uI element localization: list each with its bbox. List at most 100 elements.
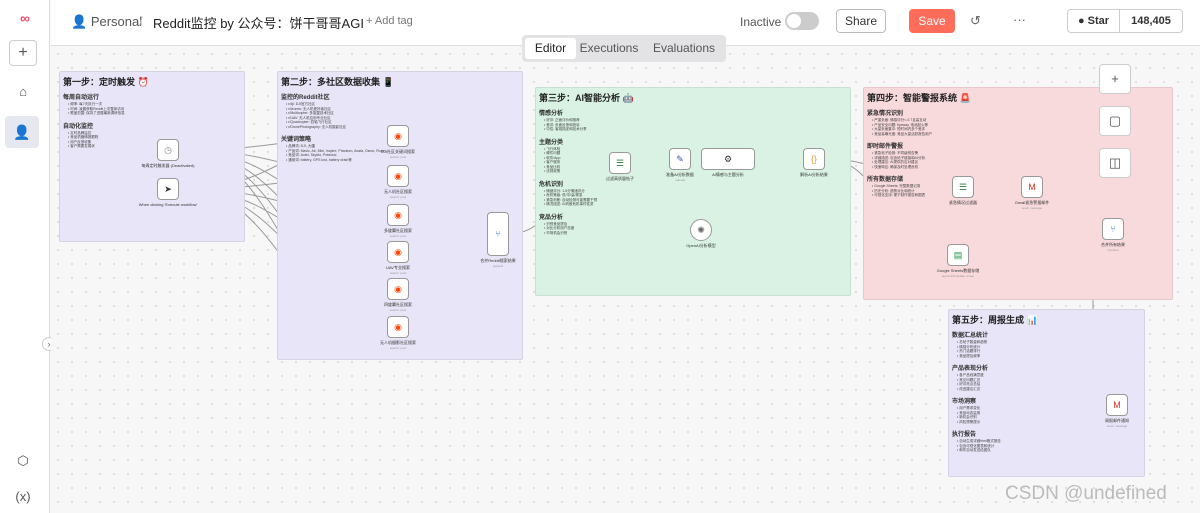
add-button[interactable]: + (9, 40, 37, 66)
sticky-heading: 产品表现分析 (952, 366, 989, 372)
node-label: 解析AI分析结果 (800, 172, 828, 177)
node-sublabel: appendOrUpdate: sheet (941, 274, 975, 278)
workflow-node[interactable]: ◉ (387, 278, 409, 300)
reddit-icon: ◉ (394, 171, 402, 181)
sticky-title: 第五步：周报生成 📊 (952, 315, 1038, 325)
left-sidebar: ∞ + ⌂ 👤 ⬡ (x) (0, 0, 50, 513)
node-sublabel: search: post (389, 346, 407, 350)
workflow-node[interactable]: ⑂ (1102, 218, 1124, 240)
node-label: OpenAI分析模型 (686, 243, 716, 248)
canvas-sticky-note-button[interactable]: ▢ (1099, 106, 1131, 136)
filter-icon: ☰ (958, 182, 968, 192)
breadcrumb-project[interactable]: 👤 Personal (71, 14, 142, 30)
star-label: Star (1087, 15, 1110, 27)
canvas-panel-button[interactable]: ◫ (1099, 148, 1131, 178)
workflow-node[interactable]: ◉ (387, 165, 409, 187)
star-count: 148,405 (1131, 15, 1171, 27)
clock-icon: ◷ (164, 145, 172, 155)
node-sublabel: search: post (389, 195, 407, 199)
n8n-logo-icon[interactable]: ∞ (8, 10, 42, 28)
reddit-icon: ◉ (394, 131, 402, 141)
sticky-heading: 数据汇总统计 (952, 333, 989, 339)
node-sublabel: search: post (389, 155, 407, 159)
node-sublabel: send: message (1021, 206, 1043, 210)
gmail-icon: M (1028, 182, 1036, 192)
code-icon: {} (810, 154, 817, 164)
sticky-heading: 监控的Reddit社区 (281, 95, 330, 101)
watermark: CSDN @undefined (1005, 483, 1167, 504)
sticky-note-3[interactable]: 第三步：AI智能分析 🤖 情感分析 • 好评: 正面评价和推荐 • 差评: 负面反馈和… (535, 87, 851, 296)
tab-executions[interactable]: Executions (578, 38, 640, 59)
status-label: Inactive (740, 15, 782, 29)
reddit-icon: ◉ (394, 210, 402, 220)
tab-evaluations[interactable]: Evaluations (646, 38, 722, 59)
workflow-node[interactable]: ✺ (690, 219, 712, 241)
sticky-heading: 执行报告 (952, 432, 977, 438)
workflow-node[interactable]: ✎ (669, 148, 691, 170)
breadcrumb-separator: / (139, 14, 143, 29)
personal-icon[interactable]: 👤 (5, 116, 39, 148)
workflow-canvas[interactable]: 第五步：周报生成 📊 数据汇总统计 • 总帖子数量和趋势 • 情感分布统计 • 热门话题… (51, 47, 1200, 513)
save-button[interactable]: Save (909, 9, 955, 33)
reddit-icon: ◉ (394, 322, 402, 332)
sticky-heading: 每周自动运行 (63, 95, 100, 101)
more-options-icon[interactable]: ··· (1013, 12, 1026, 27)
add-tag-button[interactable]: + Add tag (366, 15, 413, 27)
home-icon[interactable]: ⌂ (13, 82, 33, 102)
history-icon[interactable]: ↺ (970, 13, 981, 29)
share-button[interactable]: Share (836, 9, 886, 33)
workflow-title[interactable]: Reddit监控 by 公众号：饼干哥哥AGI (153, 13, 364, 32)
node-sublabel: send: message (1106, 424, 1128, 428)
workflow-node[interactable]: ➤ (157, 178, 179, 200)
reddit-icon: ◉ (394, 247, 402, 257)
workflow-node[interactable]: ◉ (387, 125, 409, 147)
workflow-node[interactable]: ⚙ (701, 148, 755, 170)
reddit-icon: ◉ (394, 284, 402, 294)
github-icon: ● (1077, 15, 1085, 27)
workflow-node[interactable]: ◉ (387, 204, 409, 226)
sticky-heading: 竞品分析 (539, 214, 564, 221)
node-label: AI情感与主题分析 (712, 172, 744, 177)
sticky-heading: 情感分析 (539, 111, 564, 117)
sticky-note-1[interactable]: 第一步：定时触发 ⏰ 每周自动运行 • 频率: 每7天执行一次 • 时间: 凌晨获取R… (59, 71, 245, 242)
active-toggle[interactable] (785, 12, 819, 30)
user-icon: 👤 (71, 14, 88, 29)
filter-icon: ☰ (615, 158, 625, 168)
workflow-node[interactable]: ◷ (157, 139, 179, 161)
node-sublabel: search: post (389, 271, 407, 275)
workflow-node[interactable]: ☰ (952, 176, 974, 198)
node-label: 紧急情况过滤器 (949, 200, 977, 205)
node-sublabel: combine (1107, 248, 1119, 252)
sheets-icon: ▤ (953, 250, 963, 260)
github-star-button[interactable]: ● Star 148,405 (1067, 9, 1183, 33)
templates-icon[interactable]: ⬡ (13, 451, 33, 471)
workflow-node[interactable]: ◉ (387, 316, 409, 338)
node-sublabel: append (492, 264, 503, 268)
sticky-heading: 主题分类 (539, 139, 564, 146)
node-label: When clicking 'Execute workflow' (138, 202, 198, 207)
pen-icon: ✎ (676, 154, 684, 164)
workflow-node[interactable]: ▤ (947, 244, 969, 266)
sticky-title: 第三步：AI智能分析 🤖 (539, 93, 634, 103)
workflow-node[interactable]: {} (803, 148, 825, 170)
project-label: Personal (90, 14, 143, 29)
workflow-node[interactable]: ⑂ (487, 212, 509, 256)
workflow-node[interactable]: ◉ (387, 241, 409, 263)
workflow-node[interactable]: ☰ (609, 152, 631, 174)
variables-icon[interactable]: (x) (13, 487, 33, 507)
canvas-add-node-button[interactable]: + (1099, 64, 1131, 94)
sticky-heading: 自动化监控 (63, 123, 94, 130)
sticky-note-5[interactable]: 第五步：周报生成 📊 数据汇总统计 • 总帖子数量和趋势 • 情感分布统计 • 热门话题… (948, 309, 1145, 477)
node-sublabel: search: post (389, 308, 407, 312)
workflow-node[interactable]: M (1021, 176, 1043, 198)
node-label: 每周定时触发器 (Deactivated) (141, 163, 195, 168)
merge-icon: ⑂ (495, 229, 501, 239)
tab-editor[interactable]: Editor (525, 38, 576, 59)
workflow-node[interactable]: M (1106, 394, 1128, 416)
merge-icon: ⑂ (1110, 224, 1116, 234)
openai-icon: ✺ (697, 225, 705, 235)
sticky-title: 第一步：定时触发 ⏰ (63, 77, 149, 87)
gmail-icon: M (1113, 400, 1121, 410)
robot-icon: ⚙ (723, 154, 733, 164)
node-sublabel: search: post (389, 234, 407, 238)
